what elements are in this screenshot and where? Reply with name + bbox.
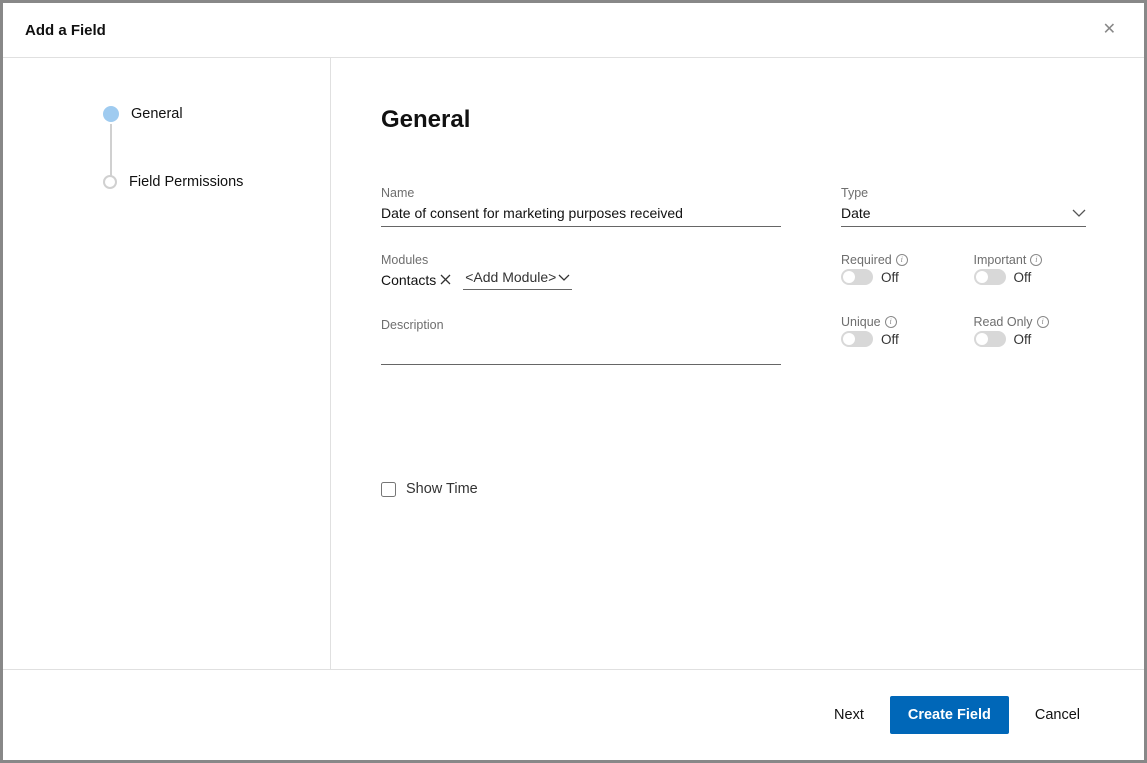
name-input[interactable] <box>381 202 781 227</box>
type-select[interactable]: Date <box>841 202 1086 227</box>
unique-label: Unique i <box>841 315 954 329</box>
step-label: General <box>131 106 183 122</box>
dialog-header: Add a Field ✕ <box>3 3 1144 58</box>
important-label: Important i <box>974 253 1087 267</box>
required-field: Required i Off <box>841 253 954 285</box>
modules-label: Modules <box>381 253 781 267</box>
dialog-body: General Field Permissions General Name T… <box>3 58 1144 670</box>
read-only-field: Read Only i Off <box>974 315 1087 347</box>
required-state: Off <box>881 270 899 285</box>
step-dot-icon <box>103 106 119 122</box>
unique-state: Off <box>881 332 899 347</box>
description-field: Description <box>381 318 781 365</box>
section-title: General <box>381 106 1084 134</box>
show-time-label: Show Time <box>406 481 478 497</box>
info-icon[interactable]: i <box>885 316 897 328</box>
description-label: Description <box>381 318 781 332</box>
form-grid: Name Type Date Modules <box>381 186 1084 497</box>
read-only-toggle[interactable] <box>974 331 1006 347</box>
required-toggle[interactable] <box>841 269 873 285</box>
add-field-dialog: Add a Field ✕ General Field Permissions … <box>3 3 1144 760</box>
step-general[interactable]: General <box>103 106 330 122</box>
important-toggle[interactable] <box>974 269 1006 285</box>
dialog-footer: Next Create Field Cancel <box>3 670 1144 760</box>
close-icon[interactable]: ✕ <box>1097 18 1122 42</box>
dialog-title: Add a Field <box>25 22 106 39</box>
remove-module-icon[interactable] <box>440 273 451 287</box>
create-field-button[interactable]: Create Field <box>890 696 1009 734</box>
name-field: Name <box>381 186 781 227</box>
show-time-row[interactable]: Show Time <box>381 481 1086 497</box>
toggle-grid: Required i Off Important i <box>841 253 1086 347</box>
steps-sidebar: General Field Permissions <box>3 58 331 669</box>
add-module-label: <Add Module> <box>465 269 556 285</box>
unique-field: Unique i Off <box>841 315 954 347</box>
name-label: Name <box>381 186 781 200</box>
unique-toggle[interactable] <box>841 331 873 347</box>
cancel-button[interactable]: Cancel <box>1031 699 1084 731</box>
step-dot-icon <box>103 175 117 189</box>
important-state: Off <box>1014 270 1032 285</box>
module-chip: Contacts <box>381 272 451 288</box>
form-main: General Name Type Date <box>331 58 1144 669</box>
step-connector <box>110 124 112 176</box>
next-button[interactable]: Next <box>830 699 868 731</box>
type-field: Type Date <box>841 186 1086 227</box>
step-field-permissions[interactable]: Field Permissions <box>103 174 330 190</box>
important-field: Important i Off <box>974 253 1087 285</box>
required-label: Required i <box>841 253 954 267</box>
type-value: Date <box>841 205 871 221</box>
modules-field: Modules Contacts <Add Module> <box>381 253 781 365</box>
info-icon[interactable]: i <box>1030 254 1042 266</box>
step-label: Field Permissions <box>129 174 243 190</box>
chevron-down-icon <box>1072 209 1086 217</box>
add-module-button[interactable]: <Add Module> <box>463 269 572 290</box>
chevron-down-icon <box>558 274 570 281</box>
type-label: Type <box>841 186 1086 200</box>
show-time-checkbox[interactable] <box>381 482 396 497</box>
description-input[interactable] <box>381 334 781 365</box>
read-only-state: Off <box>1014 332 1032 347</box>
read-only-label: Read Only i <box>974 315 1087 329</box>
info-icon[interactable]: i <box>1037 316 1049 328</box>
modules-row: Contacts <Add Module> <box>381 269 781 290</box>
module-chip-label: Contacts <box>381 272 436 288</box>
info-icon[interactable]: i <box>896 254 908 266</box>
